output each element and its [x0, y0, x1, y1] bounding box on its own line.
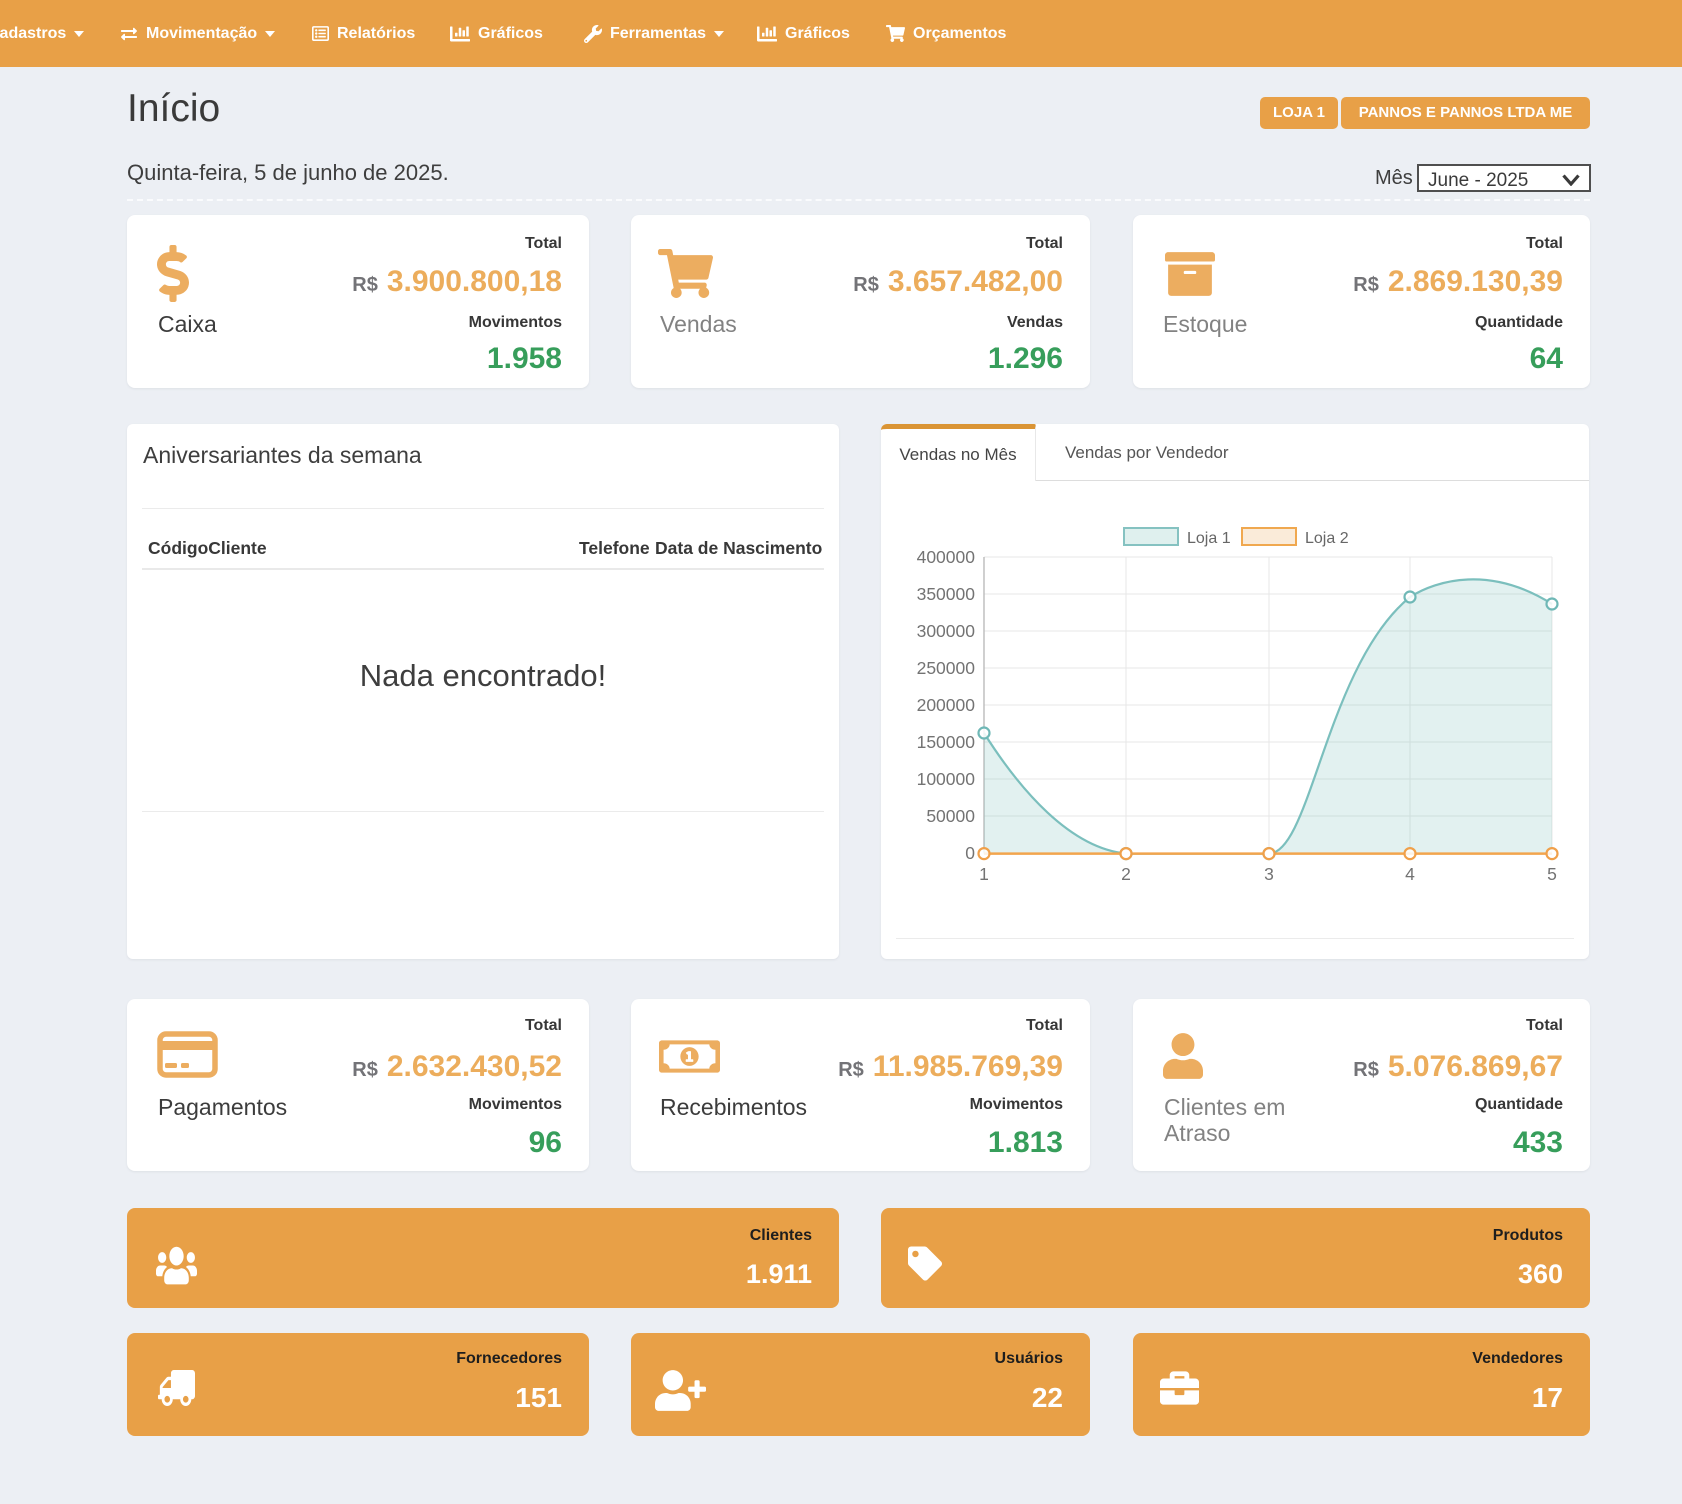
svg-text:2: 2	[1121, 864, 1131, 884]
svg-text:0: 0	[965, 843, 975, 863]
svg-text:4: 4	[1405, 864, 1415, 884]
svg-text:350000: 350000	[917, 584, 976, 604]
svg-text:300000: 300000	[917, 621, 976, 641]
svg-text:200000: 200000	[917, 695, 976, 715]
svg-text:3: 3	[1264, 864, 1274, 884]
svg-text:Loja 2: Loja 2	[1305, 530, 1349, 547]
svg-text:5: 5	[1547, 864, 1557, 884]
svg-text:100000: 100000	[917, 769, 976, 789]
svg-text:Loja 1: Loja 1	[1187, 530, 1231, 547]
svg-text:1: 1	[979, 864, 989, 884]
svg-text:150000: 150000	[917, 732, 976, 752]
svg-text:250000: 250000	[917, 658, 976, 678]
svg-text:50000: 50000	[926, 806, 975, 826]
svg-text:400000: 400000	[917, 547, 976, 567]
